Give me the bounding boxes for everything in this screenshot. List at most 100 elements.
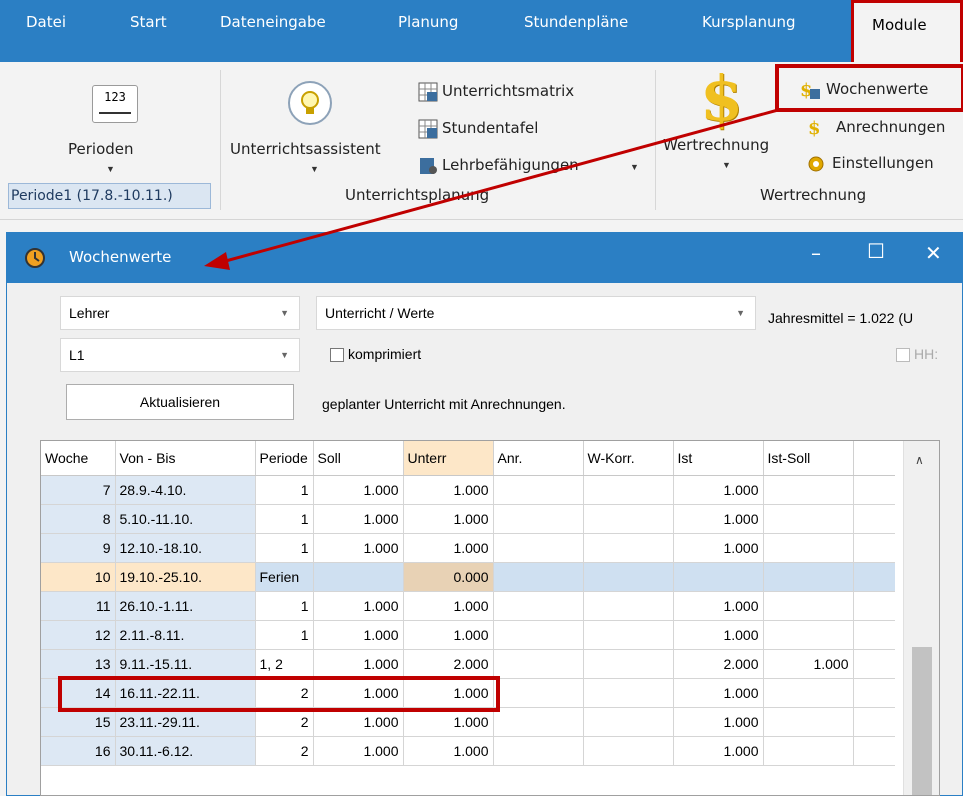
cell-soll[interactable]: 1.000 — [313, 533, 404, 563]
cell-istsoll[interactable] — [763, 475, 854, 505]
maximize-icon[interactable]: ☐ — [867, 239, 885, 263]
cell-istsoll[interactable] — [763, 620, 854, 650]
cell-istsoll[interactable]: 1.000 — [763, 649, 854, 679]
cell-unterr[interactable]: 2.000 — [403, 649, 494, 679]
cell-periode[interactable]: 1 — [255, 591, 314, 621]
menu-start[interactable]: Start — [130, 0, 167, 62]
cell-wkorr[interactable] — [583, 620, 674, 650]
cell-unterr[interactable]: 0.000 — [403, 562, 494, 592]
cell-von-bis[interactable]: 28.9.-4.10. — [115, 475, 256, 505]
col-header-anr[interactable]: Anr. — [493, 441, 584, 476]
cell-anr[interactable] — [493, 649, 584, 679]
perioden-button[interactable]: Perioden — [68, 140, 134, 158]
cell-ist[interactable]: 1.000 — [673, 736, 764, 766]
cell-ist[interactable]: 1.000 — [673, 475, 764, 505]
cell-soll[interactable]: 1.000 — [313, 736, 404, 766]
cell-ist[interactable]: 1.000 — [673, 707, 764, 737]
cell-wkorr[interactable] — [583, 591, 674, 621]
table-row[interactable]: 13 9.11.-15.11. 1, 2 1.000 2.000 2.000 1.000 — [41, 649, 895, 679]
cell-woche[interactable]: 9 — [41, 533, 116, 563]
table-row[interactable]: 12 2.11.-8.11. 1 1.000 1.000 1.000 — [41, 620, 895, 650]
cell-woche[interactable]: 12 — [41, 620, 116, 650]
cell-soll[interactable]: 1.000 — [313, 649, 404, 679]
menu-datei[interactable]: Datei — [26, 0, 66, 62]
cell-unterr[interactable]: 1.000 — [403, 620, 494, 650]
cell-von-bis[interactable]: 19.10.-25.10. — [115, 562, 256, 592]
cell-ist[interactable]: 1.000 — [673, 504, 764, 534]
cell-soll[interactable]: 1.000 — [313, 591, 404, 621]
cell-istsoll[interactable] — [763, 562, 854, 592]
cell-woche[interactable]: 10 — [41, 562, 116, 592]
cell-wkorr[interactable] — [583, 533, 674, 563]
aktualisieren-button[interactable]: Aktualisieren — [66, 384, 294, 420]
cell-woche[interactable]: 11 — [41, 591, 116, 621]
menu-kursplanung[interactable]: Kursplanung — [702, 0, 796, 62]
cell-anr[interactable] — [493, 678, 584, 708]
unterrichtsassistent-button[interactable]: Unterrichtsassistent — [230, 140, 381, 158]
cell-soll[interactable] — [313, 562, 404, 592]
cell-von-bis[interactable]: 9.11.-15.11. — [115, 649, 256, 679]
scroll-up-icon[interactable]: ∧ — [915, 453, 924, 467]
vertical-scrollbar[interactable]: ∧ — [903, 441, 939, 795]
cell-istsoll[interactable] — [763, 678, 854, 708]
col-header-unterr[interactable]: Unterr — [403, 441, 494, 476]
close-icon[interactable]: ✕ — [925, 241, 942, 265]
cell-von-bis[interactable]: 5.10.-11.10. — [115, 504, 256, 534]
cell-wkorr[interactable] — [583, 707, 674, 737]
cell-periode[interactable]: 1 — [255, 533, 314, 563]
wertrechnung-button[interactable]: Wertrechnung — [663, 136, 769, 154]
cell-wkorr[interactable] — [583, 562, 674, 592]
menu-module[interactable]: Module — [851, 0, 963, 62]
col-header-von-bis[interactable]: Von - Bis — [115, 441, 256, 476]
cell-ist[interactable] — [673, 562, 764, 592]
cell-periode[interactable]: 2 — [255, 736, 314, 766]
anrechnungen-button[interactable]: Anrechnungen — [836, 118, 945, 136]
cell-ist[interactable]: 2.000 — [673, 649, 764, 679]
unterrichtsmatrix-button[interactable]: Unterrichtsmatrix — [442, 82, 574, 100]
cell-istsoll[interactable] — [763, 504, 854, 534]
cell-periode[interactable]: 1 — [255, 504, 314, 534]
cell-ist[interactable]: 1.000 — [673, 678, 764, 708]
cell-von-bis[interactable]: 30.11.-6.12. — [115, 736, 256, 766]
cell-istsoll[interactable] — [763, 736, 854, 766]
cell-wkorr[interactable] — [583, 649, 674, 679]
type-combo[interactable]: Lehrer ▼ — [60, 296, 300, 330]
col-header-w-korr[interactable]: W-Korr. — [583, 441, 674, 476]
cell-anr[interactable] — [493, 591, 584, 621]
cell-ist[interactable]: 1.000 — [673, 533, 764, 563]
cell-istsoll[interactable] — [763, 707, 854, 737]
cell-anr[interactable] — [493, 562, 584, 592]
minimize-icon[interactable]: – — [811, 241, 821, 265]
cell-woche[interactable]: 8 — [41, 504, 116, 534]
col-header-soll[interactable]: Soll — [313, 441, 404, 476]
view-combo[interactable]: Unterricht / Werte ▼ — [316, 296, 756, 330]
cell-periode[interactable]: 1 — [255, 475, 314, 505]
cell-soll[interactable]: 1.000 — [313, 475, 404, 505]
cell-istsoll[interactable] — [763, 533, 854, 563]
col-header-periode[interactable]: Periode — [255, 441, 314, 476]
table-row[interactable]: 7 28.9.-4.10. 1 1.000 1.000 1.000 — [41, 475, 895, 505]
cell-ist[interactable]: 1.000 — [673, 591, 764, 621]
cell-unterr[interactable]: 1.000 — [403, 504, 494, 534]
menu-planung[interactable]: Planung — [398, 0, 458, 62]
cell-soll[interactable]: 1.000 — [313, 504, 404, 534]
cell-wkorr[interactable] — [583, 504, 674, 534]
period-selector[interactable]: Periode1 (17.8.-10.11.) — [8, 183, 211, 209]
cell-von-bis[interactable]: 2.11.-8.11. — [115, 620, 256, 650]
cell-unterr[interactable]: 1.000 — [403, 533, 494, 563]
table-row[interactable]: 10 19.10.-25.10. Ferien 0.000 — [41, 562, 895, 592]
cell-periode[interactable]: Ferien — [255, 562, 314, 592]
col-header-woche[interactable]: Woche — [41, 441, 116, 476]
cell-istsoll[interactable] — [763, 591, 854, 621]
cell-ist[interactable]: 1.000 — [673, 620, 764, 650]
cell-wkorr[interactable] — [583, 475, 674, 505]
cell-wkorr[interactable] — [583, 736, 674, 766]
cell-anr[interactable] — [493, 736, 584, 766]
cell-unterr[interactable]: 1.000 — [403, 736, 494, 766]
table-row[interactable]: 16 30.11.-6.12. 2 1.000 1.000 1.000 — [41, 736, 895, 766]
cell-anr[interactable] — [493, 475, 584, 505]
cell-anr[interactable] — [493, 533, 584, 563]
cell-wkorr[interactable] — [583, 678, 674, 708]
col-header-ist[interactable]: Ist — [673, 441, 764, 476]
cell-soll[interactable]: 1.000 — [313, 620, 404, 650]
